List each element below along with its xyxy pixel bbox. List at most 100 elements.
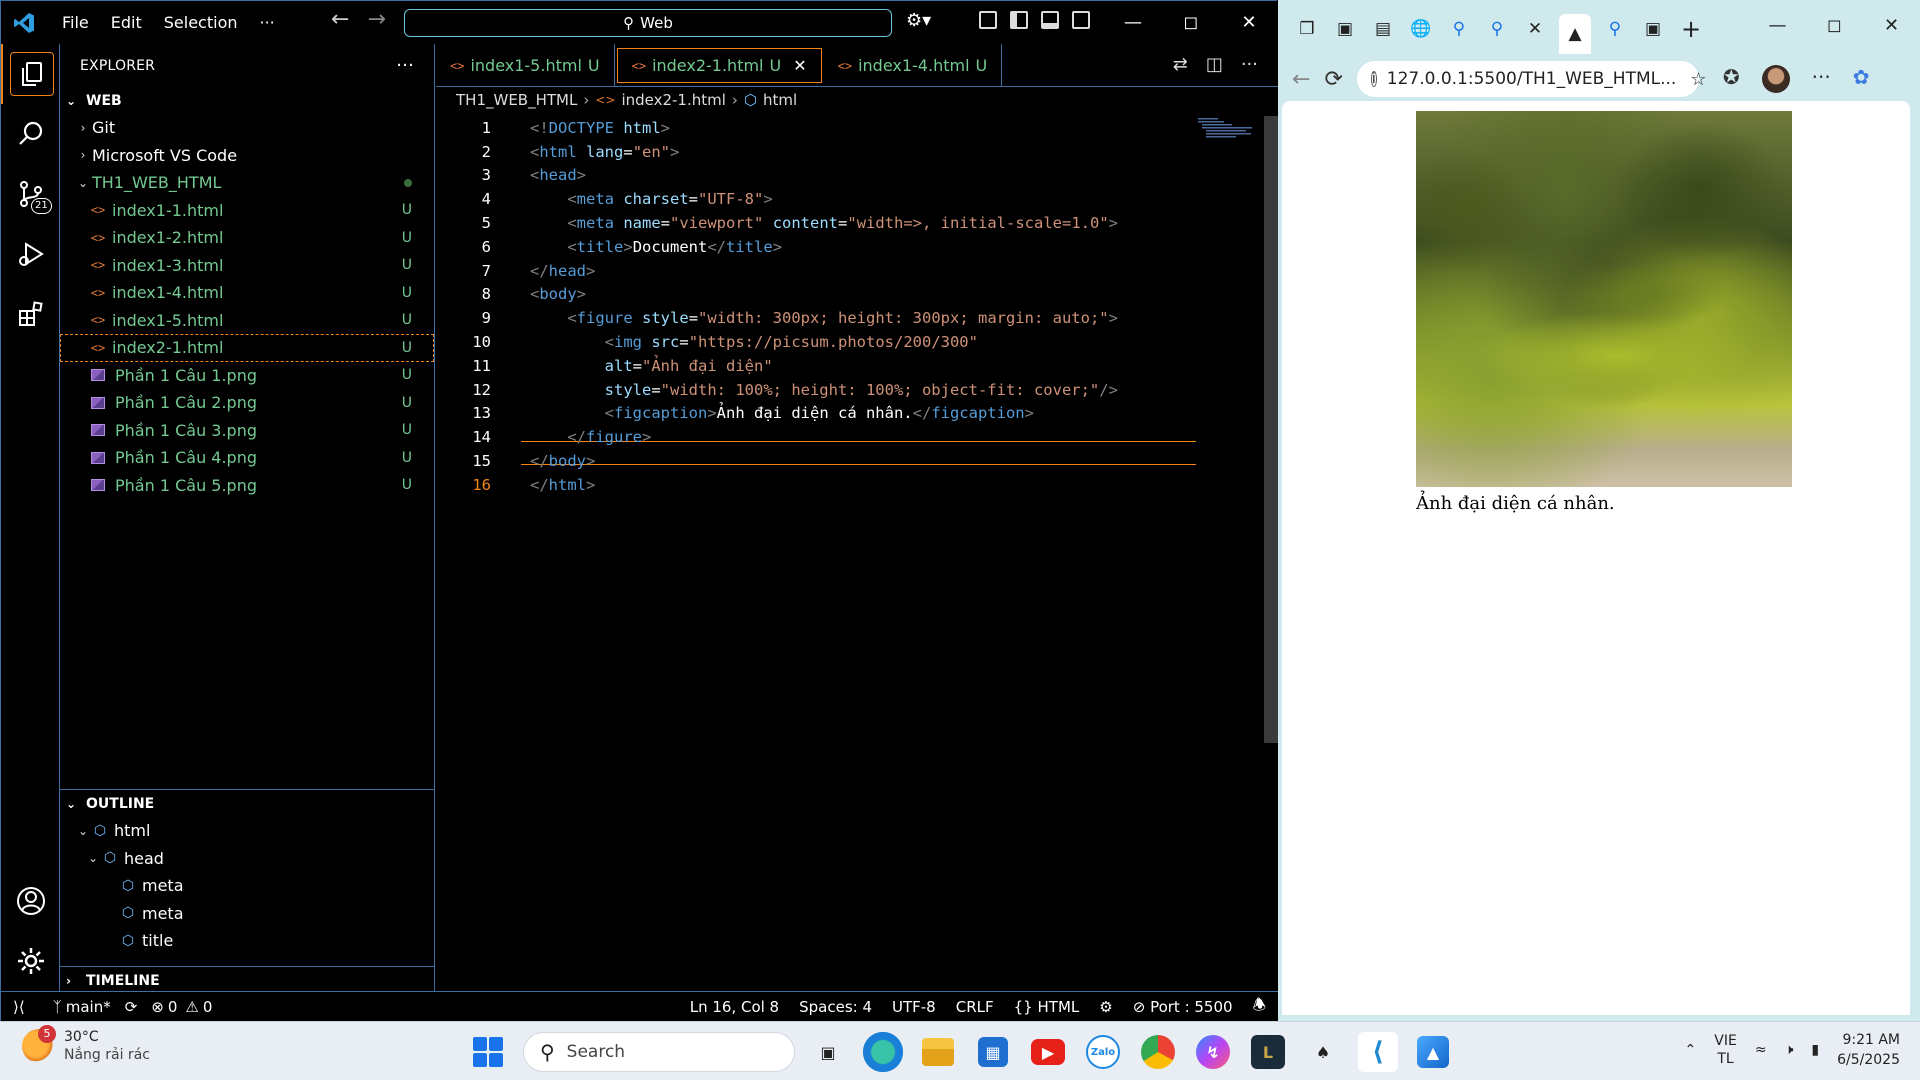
outline-item[interactable]: ⬡ title — [60, 927, 435, 955]
solitaire-icon[interactable]: ♠ — [1303, 1032, 1343, 1072]
code-line[interactable]: 4 <meta charset="UTF-8"> — [436, 187, 1236, 211]
folder-project[interactable]: ⌄ TH1_WEB_HTML — [60, 169, 434, 197]
favorites-icon[interactable]: ✪ — [1723, 65, 1740, 93]
code-line[interactable]: 14 </figure> — [436, 425, 1236, 449]
breadcrumb-symbol[interactable]: html — [763, 91, 797, 109]
encoding[interactable]: UTF-8 — [892, 998, 936, 1016]
more-options-icon[interactable]: ··· — [1812, 65, 1831, 93]
file-item[interactable]: Phần 1 Câu 4.png U — [60, 444, 434, 472]
league-of-legends-icon[interactable]: L — [1251, 1035, 1285, 1069]
youtube-icon[interactable]: ▶ — [1031, 1039, 1065, 1065]
code-line[interactable]: 15 </body> — [436, 449, 1236, 473]
toggle-primary-sidebar-icon[interactable] — [1010, 11, 1028, 29]
toggle-panel-icon[interactable] — [1041, 11, 1059, 29]
menu-file[interactable]: File — [51, 13, 100, 32]
outline-item[interactable]: ⌄ ⬡ head — [60, 845, 435, 873]
breadcrumb-folder[interactable]: TH1_WEB_HTML — [456, 91, 577, 109]
maximize-icon[interactable]: ◻ — [1162, 1, 1220, 44]
tab-actions-icon[interactable]: ▣ — [1331, 15, 1359, 43]
search-activity[interactable] — [1, 104, 60, 164]
tab-favicon-search-icon[interactable]: ⚲ — [1601, 15, 1629, 43]
copilot-status-icon[interactable]: ⚙ — [1099, 998, 1112, 1016]
task-view-icon[interactable]: ▣ — [808, 1032, 848, 1072]
clock[interactable]: 9:21 AM 6/5/2025 — [1837, 1030, 1900, 1070]
explorer-more-button[interactable]: ··· — [396, 55, 414, 76]
file-explorer-icon[interactable] — [922, 1038, 954, 1066]
more-actions-icon[interactable]: ··· — [1241, 54, 1258, 75]
file-item[interactable]: <> index2-1.html U — [60, 334, 434, 362]
active-tab-favicon-icon[interactable]: ▲ — [1559, 13, 1591, 54]
live-server-port[interactable]: ⊘ Port : 5500 — [1133, 998, 1233, 1016]
code-line[interactable]: 10 <img src="https://picsum.photos/200/3… — [436, 330, 1236, 354]
vscode-taskbar-icon[interactable]: ⟨ — [1358, 1032, 1398, 1072]
tab-favicon-search-icon[interactable]: ⚲ — [1445, 15, 1473, 43]
back-arrow-icon[interactable]: ← — [1292, 67, 1310, 92]
outline-item[interactable]: ⬡ meta — [60, 872, 435, 900]
code-line[interactable]: 12 style="width: 100%; height: 100%; obj… — [436, 378, 1236, 402]
language-mode[interactable]: {} HTML — [1014, 998, 1080, 1016]
reload-icon[interactable]: ⟳ — [1324, 67, 1342, 92]
file-item[interactable]: <> index1-4.html U — [60, 279, 434, 307]
workspace-section-header[interactable]: ⌄ WEB — [60, 87, 434, 114]
folder-vscode[interactable]: › Microsoft VS Code — [60, 142, 434, 170]
code-line[interactable]: 7 </head> — [436, 259, 1236, 283]
photos-icon[interactable]: ▲ — [1417, 1036, 1449, 1068]
taskbar-search[interactable]: ⚲ Search — [523, 1032, 795, 1072]
new-tab-icon[interactable]: + — [1677, 15, 1705, 43]
run-debug-activity[interactable] — [1, 224, 60, 284]
workspaces-icon[interactable]: ❒ — [1293, 15, 1321, 43]
messenger-icon[interactable]: ↯ — [1196, 1035, 1230, 1069]
editor-scrollbar[interactable] — [1264, 116, 1278, 743]
favorite-star-icon[interactable]: ☆ — [1690, 69, 1706, 90]
remote-icon[interactable]: ⟩⟨ — [13, 998, 25, 1016]
file-item[interactable]: <> index1-2.html U — [60, 224, 434, 252]
toggle-secondary-sidebar-icon[interactable] — [1072, 11, 1090, 29]
tab-favicon-search-icon[interactable]: ⚲ — [1483, 15, 1511, 43]
outline-item[interactable]: ⌄ ⬡ html — [60, 817, 435, 845]
manage-activity[interactable] — [1, 931, 60, 991]
outline-item[interactable]: ⬡ meta — [60, 900, 435, 928]
file-item[interactable]: Phần 1 Câu 2.png U — [60, 389, 434, 417]
tab-favicon-image-icon[interactable]: ▣ — [1639, 15, 1667, 43]
tab-favicon-page-icon[interactable]: ▤ — [1369, 15, 1397, 43]
menu-edit[interactable]: Edit — [100, 13, 153, 32]
wifi-icon[interactable]: ≈ — [1755, 1042, 1767, 1058]
tab-index1-5[interactable]: <> index1-5.html U — [436, 44, 615, 87]
edge-icon[interactable] — [863, 1032, 903, 1072]
extensions-activity[interactable] — [1, 284, 60, 344]
close-icon[interactable]: ✕ — [1220, 1, 1278, 44]
weather-widget[interactable]: 5 30°C Nắng rải rác — [22, 1025, 150, 1064]
zalo-icon[interactable]: Zalo — [1086, 1035, 1120, 1069]
site-info-icon[interactable]: i — [1370, 71, 1377, 87]
indentation[interactable]: Spaces: 4 — [799, 998, 872, 1016]
split-editor-icon[interactable]: ◫ — [1206, 54, 1223, 75]
close-icon[interactable]: ✕ — [1863, 0, 1920, 50]
code-editor[interactable]: 1 <!DOCTYPE html> 2 <html lang="en"> 3 <head>… — [436, 116, 1236, 497]
accounts-activity[interactable] — [1, 871, 60, 931]
copilot-icon[interactable]: ✿ — [1853, 65, 1870, 93]
file-item[interactable]: <> index1-3.html U — [60, 252, 434, 280]
folder-git[interactable]: › Git — [60, 114, 434, 142]
warning-count[interactable]: 0 — [203, 998, 213, 1016]
file-item[interactable]: Phần 1 Câu 1.png U — [60, 362, 434, 390]
error-count[interactable]: 0 — [168, 998, 178, 1016]
cursor-position[interactable]: Ln 16, Col 8 — [690, 998, 779, 1016]
end-of-line[interactable]: CRLF — [956, 998, 994, 1016]
explorer-activity[interactable] — [1, 44, 60, 104]
file-item[interactable]: Phần 1 Câu 5.png U — [60, 472, 434, 500]
code-line[interactable]: 1 <!DOCTYPE html> — [436, 116, 1236, 140]
back-arrow-icon[interactable]: ← — [331, 7, 349, 32]
timeline-header[interactable]: › TIMELINE — [60, 967, 435, 994]
battery-icon[interactable]: ▮ — [1811, 1042, 1819, 1058]
code-line[interactable]: 16 </html> — [436, 473, 1236, 497]
copilot-icon[interactable]: ⚙▾ — [906, 10, 931, 31]
compare-changes-icon[interactable]: ⇄ — [1173, 54, 1188, 75]
code-line[interactable]: 6 <title>Document</title> — [436, 235, 1236, 259]
tab-favicon-globe-icon[interactable]: 🌐 — [1407, 15, 1435, 43]
branch-name[interactable]: main* — [66, 998, 111, 1016]
code-line[interactable]: 5 <meta name="viewport" content="width=>… — [436, 211, 1236, 235]
profile-avatar[interactable] — [1761, 65, 1790, 93]
sync-icon[interactable]: ⟳ — [125, 998, 138, 1016]
address-bar[interactable]: i 127.0.0.1:5500/TH1_WEB_HTML... ☆ — [1356, 61, 1706, 97]
minimap[interactable] — [1198, 116, 1258, 146]
